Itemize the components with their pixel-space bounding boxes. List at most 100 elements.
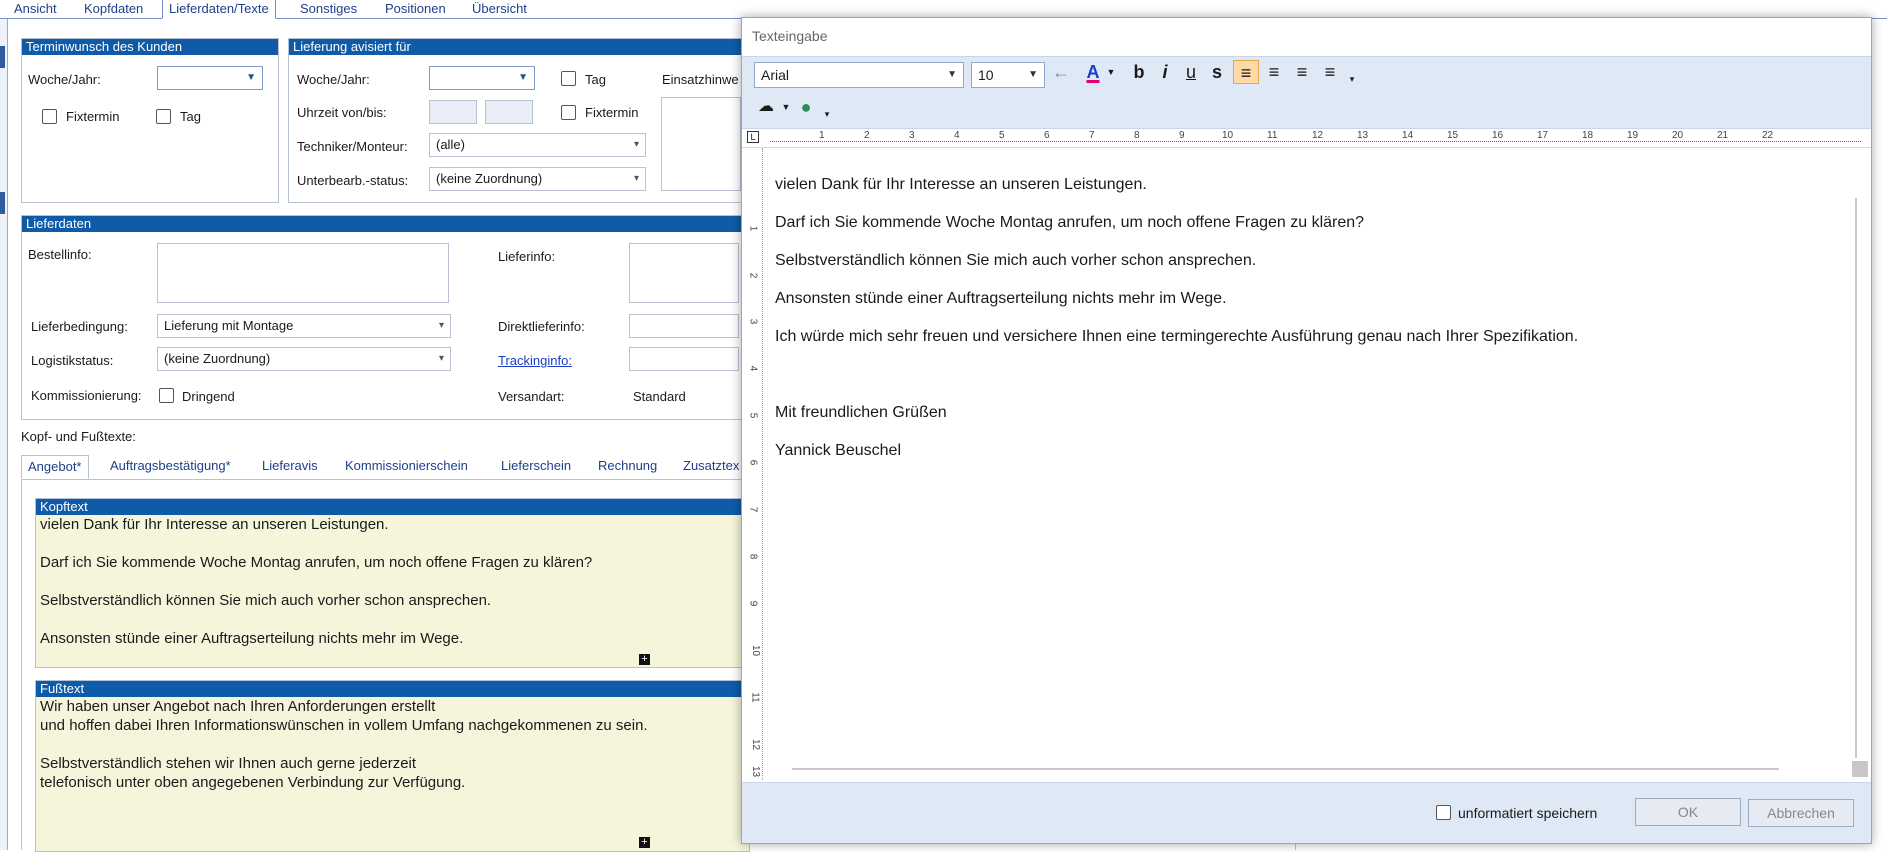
direktlieferinfo-label: Direktlieferinfo:: [498, 319, 585, 334]
font-color-icon[interactable]: A: [1082, 60, 1104, 84]
lieferung-fixtermin-label: Fixtermin: [585, 105, 639, 120]
einsatzhinweis-label: Einsatzhinwe: [662, 72, 739, 87]
logistikstatus-select[interactable]: (keine Zuordnung) ▾: [157, 347, 451, 371]
kopftext-line: Ansonsten stünde einer Auftragserteilung…: [40, 630, 464, 647]
fusstext-block[interactable]: Fußtext Wir haben unser Angebot nach Ihr…: [35, 680, 750, 852]
tab-uebersicht[interactable]: Übersicht: [466, 0, 533, 17]
ruler-number: 19: [1627, 130, 1639, 141]
tab-lieferschein[interactable]: Lieferschein: [495, 455, 577, 477]
chevron-down-icon: ▼: [947, 69, 957, 80]
lieferinfo-textarea[interactable]: [629, 243, 739, 303]
kopftext-line: vielen Dank für Ihr Interesse an unseren…: [40, 516, 389, 533]
tab-lieferdaten-texte[interactable]: Lieferdaten/Texte: [162, 0, 276, 19]
horizontal-scrollbar[interactable]: [792, 768, 1779, 770]
tab-sonstiges[interactable]: Sonstiges: [294, 0, 363, 17]
font-family-select[interactable]: Arial ▼: [754, 62, 964, 88]
dringend-checkbox[interactable]: [159, 388, 174, 403]
techniker-value: (alle): [436, 137, 465, 152]
lieferbedingung-value: Lieferung mit Montage: [164, 318, 294, 333]
terminwunsch-header: Terminwunsch des Kunden: [22, 39, 278, 55]
cancel-button[interactable]: Abbrechen: [1748, 799, 1854, 827]
tab-kopfdaten[interactable]: Kopfdaten: [78, 0, 149, 17]
termin-woche-select[interactable]: ▼: [157, 66, 263, 90]
uhrzeit-bis-input[interactable]: [485, 100, 533, 124]
toolbar-overflow-icon[interactable]: ▾: [820, 102, 834, 126]
ruler-number: 20: [1672, 130, 1684, 141]
tab-positionen[interactable]: Positionen: [379, 0, 452, 17]
expand-icon[interactable]: +: [639, 654, 650, 665]
strikethrough-button[interactable]: s: [1206, 60, 1228, 84]
ruler-number: 11: [1267, 130, 1278, 141]
tab-stop-icon[interactable]: L: [747, 131, 759, 143]
chevron-down-icon: ▼: [246, 72, 256, 83]
dialog-title: Texteingabe: [752, 28, 828, 44]
uhrzeit-von-input[interactable]: [429, 100, 477, 124]
horizontal-ruler: L 1 2 3 4 5 6 7 8 9 10 11 12 13 14 15 16…: [742, 129, 1871, 148]
unterbearb-status-select[interactable]: (keine Zuordnung) ▾: [429, 167, 646, 191]
lieferung-tag-checkbox[interactable]: [561, 71, 576, 86]
globe-icon[interactable]: ●: [794, 95, 818, 119]
einsatzhinweis-textarea[interactable]: [661, 97, 741, 191]
tab-lieferavis[interactable]: Lieferavis: [256, 455, 324, 477]
bestellinfo-textarea[interactable]: [157, 243, 449, 303]
tab-zusatztexte[interactable]: Zusatztex: [677, 455, 745, 477]
tab-auftragsbestaetigung[interactable]: Auftragsbestätigung*: [104, 455, 237, 477]
tab-ansicht[interactable]: Ansicht: [8, 0, 63, 17]
underline-button[interactable]: u: [1180, 60, 1202, 84]
ruler-number: 4: [954, 130, 960, 141]
ruler-number: 22: [1762, 130, 1774, 141]
ok-button[interactable]: OK: [1635, 798, 1741, 826]
vertical-scrollbar[interactable]: [1855, 198, 1857, 758]
editor-line: vielen Dank für Ihr Interesse an unseren…: [775, 176, 1147, 193]
back-arrow-icon[interactable]: ←: [1048, 60, 1074, 84]
rich-text-editor[interactable]: 1 2 3 4 5 6 7 8 9 10 11 12 13 vielen Dan…: [742, 148, 1871, 780]
fusstext-line: und hoffen dabei Ihren Informationswünsc…: [40, 717, 648, 734]
techniker-select[interactable]: (alle) ▾: [429, 133, 646, 157]
termin-fixtermin-checkbox[interactable]: [42, 109, 57, 124]
insert-field-icon[interactable]: ☁: [754, 95, 778, 119]
versandart-label: Versandart:: [498, 389, 565, 404]
left-edge-marker: [0, 192, 5, 214]
kopftext-line: [36, 572, 749, 591]
kopftext-block[interactable]: Kopftext vielen Dank für Ihr Interesse a…: [35, 498, 750, 668]
align-left-button[interactable]: ≡: [1233, 60, 1259, 84]
lieferung-woche-select[interactable]: ▼: [429, 66, 535, 90]
ruler-number: 3: [909, 130, 915, 141]
toolbar-overflow-icon[interactable]: ▾: [1345, 67, 1359, 91]
align-right-button[interactable]: ≡: [1289, 60, 1315, 84]
lieferung-fixtermin-checkbox[interactable]: [561, 105, 576, 120]
ruler-number: 8: [747, 553, 759, 560]
trackinginfo-input[interactable]: [629, 347, 739, 371]
direktlieferinfo-input[interactable]: [629, 314, 739, 338]
ruler-number: 3: [747, 318, 759, 325]
versandart-value[interactable]: Standard: [633, 389, 686, 404]
lieferung-header: Lieferung avisiert für: [289, 39, 749, 55]
fusstext-line: telefonisch unter oben angegebenen Verbi…: [40, 774, 466, 791]
termin-tag-checkbox[interactable]: [156, 109, 171, 124]
editor-line: Ansonsten stünde einer Auftragserteilung…: [775, 290, 1227, 307]
align-center-button[interactable]: ≡: [1261, 60, 1287, 84]
ruler-number: 12: [750, 738, 762, 751]
format-toolbar: Arial ▼ 10 ▼ ← A ▼ b i u s ≡ ≡ ≡ ≡ ▾: [742, 56, 1871, 94]
unformatiert-label: unformatiert speichern: [1458, 805, 1598, 821]
tab-rechnung[interactable]: Rechnung: [592, 455, 663, 477]
lieferbedingung-select[interactable]: Lieferung mit Montage ▾: [157, 314, 451, 338]
italic-button[interactable]: i: [1154, 60, 1176, 84]
ruler-number: 11: [749, 692, 761, 703]
editor-line: Mit freundlichen Grüßen: [775, 404, 947, 421]
unformatiert-checkbox[interactable]: [1436, 805, 1451, 820]
bold-button[interactable]: b: [1128, 60, 1150, 84]
expand-icon[interactable]: +: [639, 837, 650, 848]
lieferinfo-label: Lieferinfo:: [498, 249, 556, 264]
ruler-number: 2: [864, 130, 870, 141]
tab-angebot[interactable]: Angebot*: [21, 455, 89, 479]
ruler-scale: [770, 141, 1861, 143]
trackinginfo-link[interactable]: Trackinginfo:: [498, 353, 572, 368]
justify-button[interactable]: ≡: [1317, 60, 1343, 84]
insert-toolbar: ☁ ▼ ● ▾: [742, 92, 1871, 129]
ruler-number: 5: [747, 412, 759, 419]
chevron-down-icon[interactable]: ▼: [1104, 60, 1118, 84]
font-size-select[interactable]: 10 ▼: [971, 62, 1045, 88]
chevron-down-icon[interactable]: ▼: [780, 95, 792, 119]
tab-kommissionierschein[interactable]: Kommissionierschein: [339, 455, 474, 477]
